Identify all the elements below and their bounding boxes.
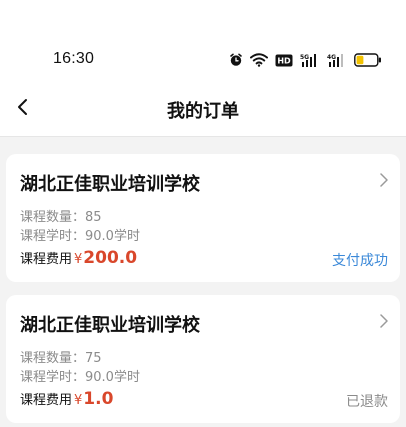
chevron-right-icon [380, 314, 388, 328]
status-time: 16:30 [53, 50, 95, 67]
course-hours: 课程学时：90.0学时 [20, 370, 140, 385]
course-count: 课程数量：85 [20, 210, 102, 225]
currency-symbol: ¥ [74, 252, 83, 267]
wifi-icon [250, 53, 268, 67]
hd-icon: HD [275, 54, 293, 67]
battery-icon [354, 53, 382, 67]
course-hours: 课程学时：90.0学时 [20, 229, 140, 244]
svg-text:5G: 5G [300, 54, 309, 61]
school-name: 湖北正佳职业培训学校 [20, 174, 200, 195]
order-status-badge: 已退款 [346, 394, 388, 410]
fee-label: 课程费用 [20, 393, 73, 408]
order-status-badge: 支付成功 [332, 253, 388, 269]
5g-signal-icon: 5G [300, 53, 320, 67]
page-title: 我的订单 [167, 101, 239, 122]
fee-amount: 1.0 [83, 389, 114, 409]
order-card[interactable]: 湖北正佳职业培训学校 课程数量：75 课程学时：90.0学时 课程费用 ¥ 1.… [6, 295, 400, 423]
4g-signal-icon: 4G [327, 53, 347, 67]
top-bar: 16:30 HD 5G 4G 我的订单 [0, 0, 406, 137]
alarm-icon [229, 53, 243, 67]
fee-amount: 200.0 [83, 248, 138, 268]
fee-label: 课程费用 [20, 252, 73, 267]
currency-symbol: ¥ [74, 393, 83, 408]
status-icons: HD 5G 4G [229, 50, 382, 70]
chevron-right-icon [380, 173, 388, 187]
course-count: 课程数量：75 [20, 351, 102, 366]
course-fee: 课程费用 ¥ 200.0 [20, 248, 137, 268]
course-fee: 课程费用 ¥ 1.0 [20, 389, 113, 409]
svg-text:HD: HD [277, 56, 291, 65]
svg-text:4G: 4G [327, 54, 336, 61]
order-card[interactable]: 湖北正佳职业培训学校 课程数量：85 课程学时：90.0学时 课程费用 ¥ 20… [6, 154, 400, 282]
school-name: 湖北正佳职业培训学校 [20, 315, 200, 336]
